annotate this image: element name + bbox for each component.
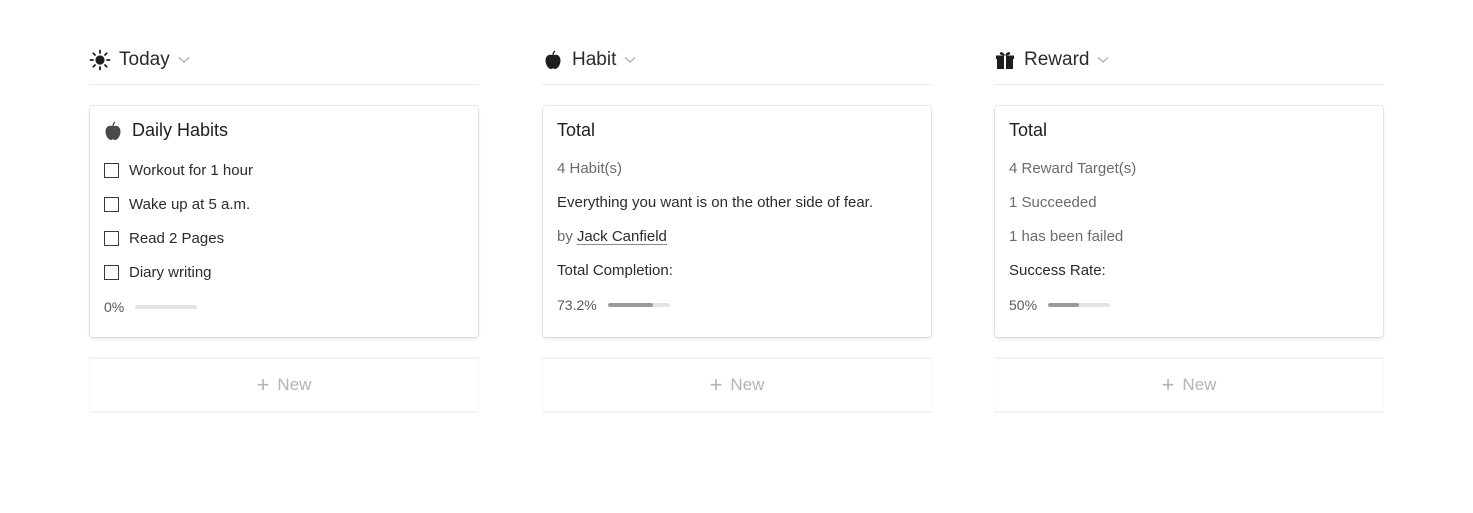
- quote-author-row: by Jack Canfield: [557, 228, 667, 245]
- new-card-button[interactable]: + New: [995, 358, 1383, 412]
- card-title: Total: [1009, 120, 1047, 141]
- card-title: Daily Habits: [104, 120, 228, 141]
- plus-icon: +: [256, 372, 270, 397]
- checklist-item[interactable]: Workout for 1 hour: [104, 162, 253, 179]
- new-card-button[interactable]: + New: [90, 358, 478, 412]
- new-label: New: [277, 375, 312, 394]
- progress-fill: [1048, 303, 1080, 307]
- checklist-item[interactable]: Wake up at 5 a.m.: [104, 196, 250, 213]
- header-divider: [89, 84, 479, 85]
- checklist-label: Wake up at 5 a.m.: [129, 196, 251, 213]
- gift-icon: [994, 49, 1016, 71]
- card-title-text: Total: [557, 120, 596, 140]
- card-reward-total[interactable]: Total 4 Reward Target(s) 1 Succeeded 1 h…: [995, 106, 1383, 337]
- card-title-text: Daily Habits: [132, 120, 229, 140]
- progress-fill: [607, 303, 654, 307]
- plus-icon: +: [1161, 372, 1175, 397]
- checklist-item[interactable]: Diary writing: [104, 264, 212, 281]
- progress-percent: 0%: [104, 299, 125, 315]
- apple-icon: [104, 120, 122, 141]
- column-title: Reward: [1024, 49, 1090, 70]
- card-daily-habits[interactable]: Daily Habits Workout for 1 hour Wake up …: [90, 106, 478, 337]
- column-title: Habit: [572, 49, 617, 70]
- checklist-item[interactable]: Read 2 Pages: [104, 230, 224, 247]
- column-title: Today: [119, 49, 170, 70]
- checkbox[interactable]: [104, 197, 119, 212]
- completion-label: Total Completion:: [557, 262, 673, 279]
- new-label: New: [1182, 375, 1217, 394]
- checkbox[interactable]: [104, 231, 119, 246]
- card-title: Total: [557, 120, 595, 141]
- checkbox[interactable]: [104, 265, 119, 280]
- checklist-label: Workout for 1 hour: [129, 162, 253, 179]
- succeeded-count: 1 Succeeded: [1009, 194, 1097, 211]
- checkbox[interactable]: [104, 163, 119, 178]
- checklist-label: Read 2 Pages: [129, 230, 225, 247]
- chevron-down-icon[interactable]: [1097, 54, 1109, 66]
- progress-percent: 73.2%: [557, 297, 597, 313]
- chevron-down-icon[interactable]: [178, 54, 190, 66]
- card-title-text: Total: [1009, 120, 1048, 140]
- author-link[interactable]: Jack Canfield: [577, 228, 667, 245]
- apple-icon: [542, 49, 564, 71]
- by-prefix: by: [557, 228, 573, 245]
- habit-count: 4 Habit(s): [557, 160, 623, 177]
- header-divider: [994, 84, 1384, 85]
- column-header-reward[interactable]: Reward: [994, 44, 1109, 76]
- new-label: New: [730, 375, 765, 394]
- progress-bar: [1048, 303, 1111, 307]
- progress-percent: 50%: [1009, 297, 1038, 313]
- column-header-today[interactable]: Today: [89, 44, 190, 76]
- plus-icon: +: [709, 372, 723, 397]
- chevron-down-icon[interactable]: [624, 54, 636, 66]
- card-habit-total[interactable]: Total 4 Habit(s) Everything you want is …: [543, 106, 931, 337]
- quote-text: Everything you want is on the other side…: [557, 194, 874, 211]
- progress-row: 0%: [104, 299, 198, 315]
- checklist-label: Diary writing: [129, 264, 212, 281]
- progress-bar: [135, 305, 198, 309]
- sun-icon: [89, 49, 111, 71]
- progress-row: 73.2%: [557, 297, 670, 313]
- progress-row: 50%: [1009, 297, 1111, 313]
- failed-count: 1 has been failed: [1009, 228, 1124, 245]
- new-card-button[interactable]: + New: [543, 358, 931, 412]
- success-rate-label: Success Rate:: [1009, 262, 1106, 279]
- header-divider: [542, 84, 932, 85]
- column-header-habit[interactable]: Habit: [542, 44, 636, 76]
- progress-bar: [607, 303, 670, 307]
- reward-targets: 4 Reward Target(s): [1009, 160, 1137, 177]
